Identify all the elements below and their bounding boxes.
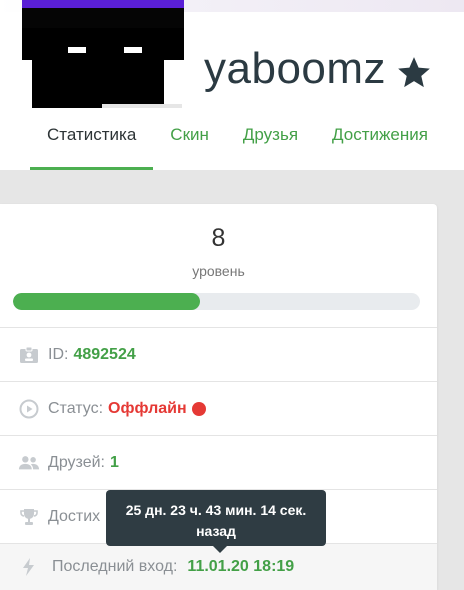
profile-header: yaboomz Статистика Скин Друзья Достижени…: [0, 0, 464, 170]
tab-skin[interactable]: Скин: [153, 116, 226, 170]
tab-achievements[interactable]: Достижения: [315, 116, 445, 170]
avatar: [22, 0, 184, 108]
stat-row-status: Статус: Оффлайн: [0, 381, 437, 435]
avatar-left-eye: [52, 44, 92, 58]
id-label: ID:: [48, 345, 69, 363]
username: yaboomz: [204, 44, 387, 93]
lightning-icon: [18, 556, 40, 578]
stat-row-id: ID: 4892524: [0, 327, 437, 381]
level-progress-fill: [13, 293, 201, 310]
friends-label: Друзей:: [48, 453, 105, 471]
avatar-band: [22, 8, 184, 28]
star-icon[interactable]: [394, 54, 434, 92]
offline-dot-icon: [191, 401, 206, 416]
profile-tabs: Статистика Скин Друзья Достижения: [30, 116, 445, 170]
tooltip-line2: назад: [196, 523, 236, 539]
tab-statistics[interactable]: Статистика: [30, 116, 154, 170]
id-value: 4892524: [73, 345, 136, 363]
avatar-hat: [22, 0, 184, 8]
level-label: уровень: [192, 263, 245, 279]
stat-row-friends: Друзей: 1: [0, 435, 437, 489]
last-login-label: Последний вход:: [52, 558, 178, 575]
users-icon: [18, 452, 40, 474]
last-login-tooltip: 25 дн. 23 ч. 43 мин. 14 сек. назад: [106, 490, 326, 553]
id-card-icon: [18, 344, 40, 366]
achievements-label: Достих: [48, 507, 101, 525]
play-circle-icon: [18, 398, 40, 420]
friends-value: 1: [110, 453, 119, 471]
avatar-right-eye: [120, 44, 160, 58]
status-value: Оффлайн: [108, 399, 187, 417]
tab-friends[interactable]: Друзья: [226, 116, 315, 170]
status-label: Статус:: [48, 399, 104, 417]
last-login-value[interactable]: 11.01.20 18:19: [187, 558, 294, 576]
level-box: 8 уровень: [0, 204, 437, 327]
level-progress-bar: [13, 293, 420, 310]
tooltip-line1: 25 дн. 23 ч. 43 мин. 14 сек.: [125, 502, 307, 518]
tooltip-arrow: [213, 546, 227, 553]
trophy-icon: [18, 506, 40, 528]
level-value: 8: [211, 224, 226, 252]
